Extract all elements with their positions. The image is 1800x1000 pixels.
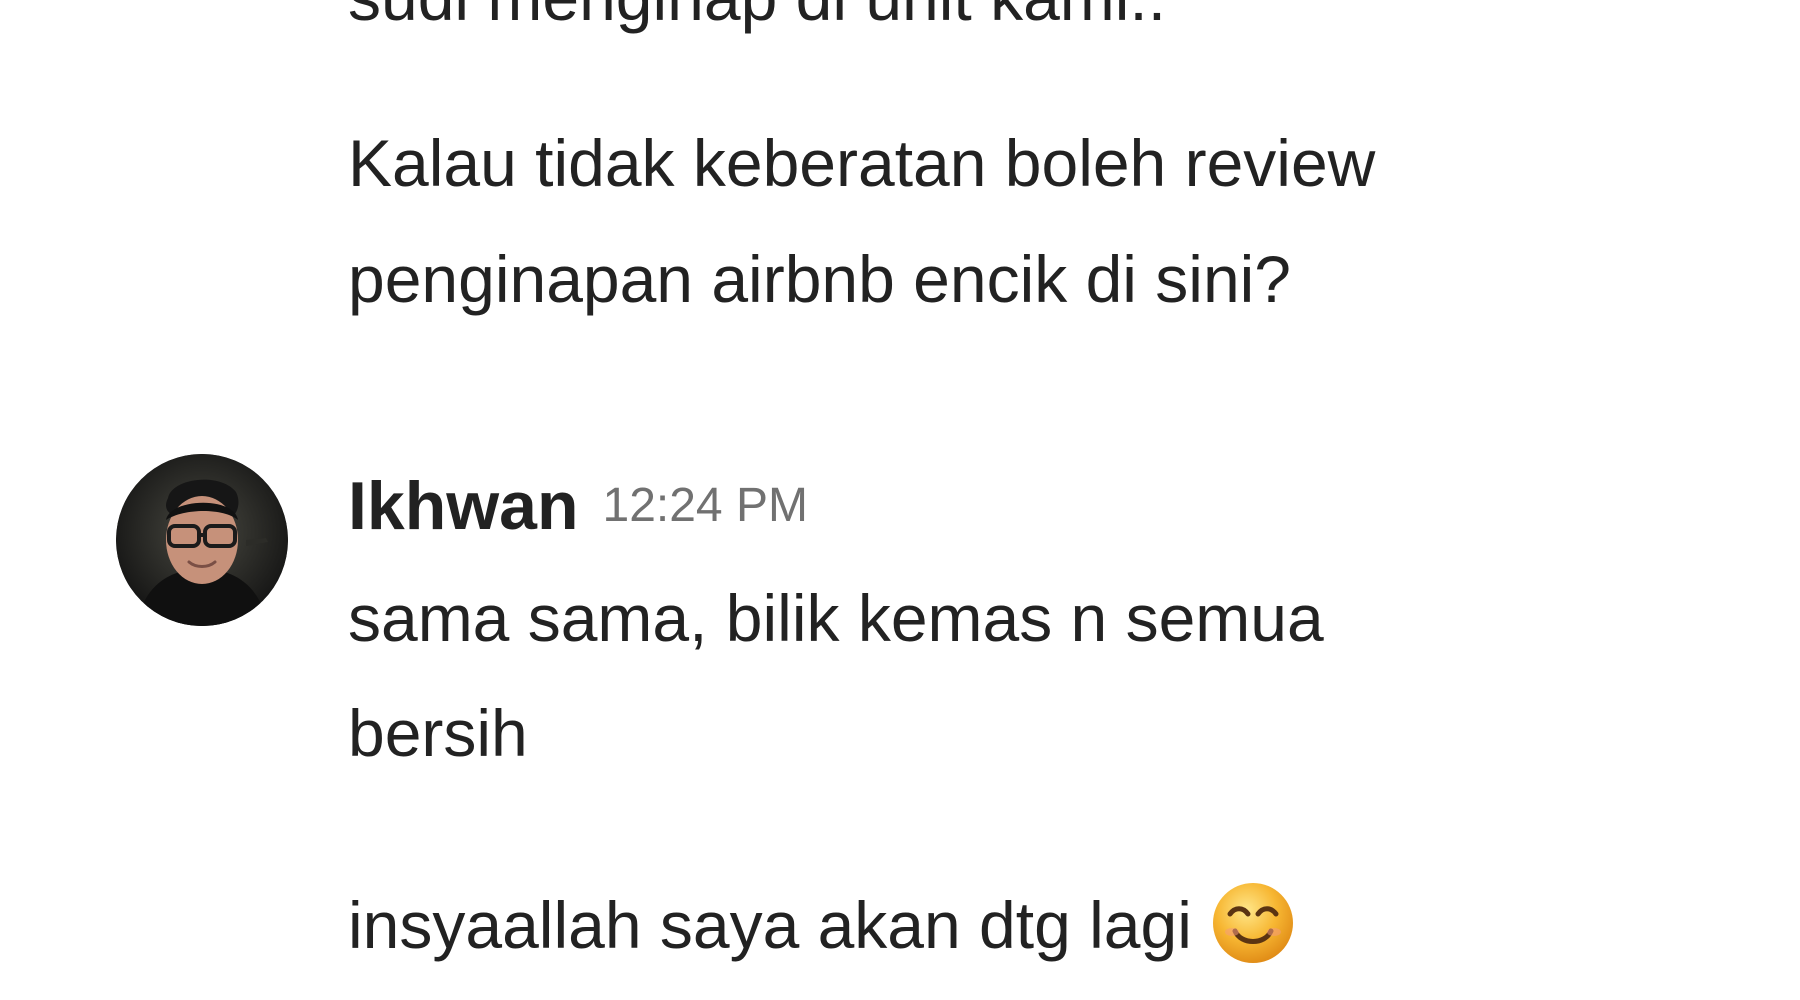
reply-message-line-with-emoji: insyaallah saya akan dtg lagi [348, 880, 1296, 966]
smiling-face-icon [1210, 880, 1296, 966]
chat-thread: sudi menginap di unit kami.. Kalau tidak… [0, 0, 1800, 1000]
avatar[interactable] [116, 454, 288, 626]
previous-message-line: Kalau tidak keberatan boleh review [348, 126, 1376, 200]
message-header: Ikhwan 12:24 PM [348, 468, 808, 544]
previous-message-cutoff-line: sudi menginap di unit kami.. [348, 0, 1166, 30]
previous-message-line: penginapan airbnb encik di sini? [348, 242, 1292, 316]
reply-message-line: sama sama, bilik kemas n semua [348, 581, 1324, 655]
sender-name[interactable]: Ikhwan [348, 468, 579, 544]
message-timestamp: 12:24 PM [602, 479, 808, 532]
reply-message-text: insyaallah saya akan dtg lagi [348, 888, 1192, 962]
reply-message-line: bersih [348, 696, 528, 770]
